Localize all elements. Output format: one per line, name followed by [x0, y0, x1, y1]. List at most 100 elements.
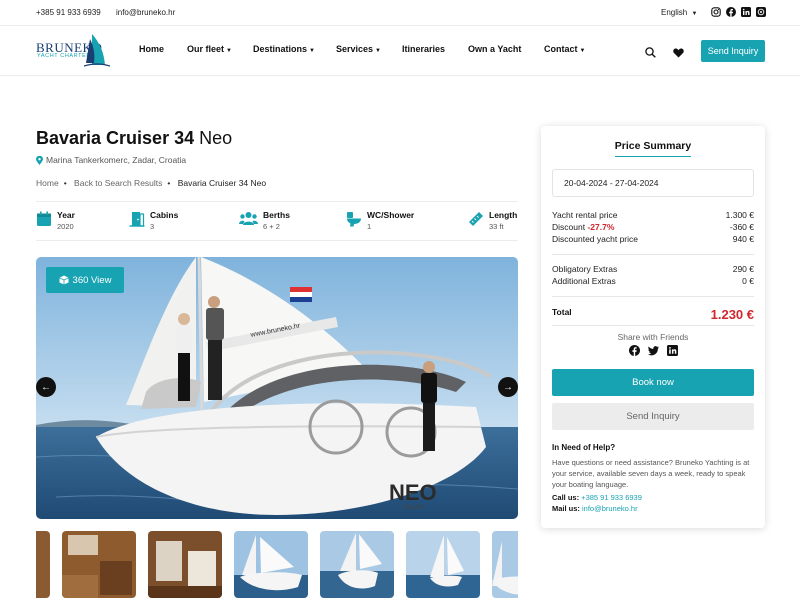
nav-item-itineraries[interactable]: Itineraries	[402, 44, 445, 54]
help-call: Call us: +385 91 933 6939	[552, 493, 642, 502]
discounted-price-row: Discounted yacht price 940 €	[552, 234, 754, 244]
divider	[552, 296, 754, 297]
thumbnail-image[interactable]	[36, 531, 50, 598]
spec-length: Length 33 ft	[468, 210, 517, 231]
price-summary-title: Price Summary	[614, 140, 692, 152]
nav-label: Own a Yacht	[468, 44, 522, 54]
social-links	[711, 7, 766, 17]
chevron-down-icon: ▼	[375, 48, 381, 54]
mail-email-link[interactable]: info@bruneko.hr	[582, 504, 638, 513]
toilet-icon	[347, 212, 361, 227]
linkedin-icon[interactable]	[667, 345, 678, 356]
nav-label: Itineraries	[402, 44, 446, 54]
call-phone-link[interactable]: +385 91 933 6939	[581, 493, 642, 502]
logo[interactable]: BRUNEKO YACHT CHARTER	[36, 33, 111, 69]
date-range-value: 20-04-2024 - 27-04-2024	[564, 178, 659, 188]
spec-year: Year 2020	[36, 210, 75, 231]
facebook-icon[interactable]	[726, 7, 736, 17]
send-inquiry-button[interactable]: Send Inquiry	[701, 40, 765, 62]
nav-item-our-fleet[interactable]: Our fleet ▼	[187, 44, 232, 54]
spec-label: Year	[57, 210, 75, 220]
yacht-location: Marina Tankerkomerc, Zadar, Croatia	[36, 155, 186, 165]
nav-item-contact[interactable]: Contact ▼	[544, 44, 585, 54]
nav-label: Services	[336, 44, 374, 54]
twitter-icon[interactable]	[648, 345, 659, 356]
top-phone-link[interactable]: +385 91 933 6939	[36, 8, 101, 17]
row-label: Yacht rental price	[552, 210, 618, 220]
spec-value: 1	[367, 222, 372, 231]
divider	[552, 325, 754, 326]
thumbnail-image[interactable]	[492, 531, 518, 598]
chevron-down-icon: ▼	[579, 48, 586, 54]
360-view-label: 360 View	[72, 274, 112, 286]
additional-extras-row: Additional Extras 0 €	[552, 276, 754, 286]
divider	[552, 254, 754, 255]
breadcrumb-separator: •	[63, 178, 67, 188]
nav-item-destinations[interactable]: Destinations ▼	[253, 44, 315, 54]
spec-value: 6 + 2	[263, 222, 280, 231]
yacht-name: Neo	[199, 128, 233, 148]
heart-icon[interactable]	[673, 45, 684, 63]
help-title: In Need of Help?	[552, 443, 616, 452]
gallery-next-arrow-icon[interactable]: →	[498, 377, 518, 397]
location-text: Marina Tankerkomerc, Zadar, Croatia	[46, 155, 187, 165]
spec-label: Cabins	[150, 210, 179, 220]
thumbnail-image[interactable]	[234, 531, 308, 598]
spec-value: 2020	[57, 222, 74, 231]
top-email-link[interactable]: info@bruneko.hr	[116, 8, 175, 17]
yacht-model: Bavaria Cruiser 34	[36, 128, 195, 148]
linkedin-icon[interactable]	[741, 7, 751, 17]
mail-label: Mail us:	[552, 504, 580, 513]
share-label: Share with Friends	[617, 332, 689, 342]
boat-port-text: ZADAR	[403, 505, 424, 511]
ruler-icon	[469, 212, 483, 226]
nav-label: Contact	[544, 44, 578, 54]
thumbnail-image[interactable]	[62, 531, 136, 598]
thumbnail-image[interactable]	[406, 531, 480, 598]
book-now-button[interactable]: Book now	[552, 369, 754, 396]
spec-cabins: Cabins 3	[129, 210, 178, 231]
help-description: Have questions or need assistance? Brune…	[552, 458, 750, 489]
discount-row: Discount -27.7% -360 €	[552, 222, 754, 232]
thumbnail-image[interactable]	[320, 531, 394, 598]
thumbnail-image[interactable]	[148, 531, 222, 598]
boat-name-text: NEO	[389, 480, 437, 505]
spec-berths: Berths 6 + 2	[239, 210, 290, 231]
row-label: Additional Extras	[552, 276, 616, 286]
cube-icon	[58, 275, 69, 285]
nav-label: Our fleet	[187, 44, 225, 54]
facebook-icon[interactable]	[629, 345, 640, 356]
share-icons	[629, 345, 678, 356]
row-label: Discount	[552, 222, 586, 232]
360-view-button[interactable]: 360 View	[46, 267, 124, 293]
breadcrumb-home[interactable]: Home	[36, 178, 59, 188]
breadcrumb-separator: •	[167, 178, 171, 188]
gallery-prev-arrow-icon[interactable]: ←	[36, 377, 56, 397]
yacht-main-photo[interactable]: www.bruneko.hr NEO ZADAR 360 View ← →	[36, 257, 518, 519]
breadcrumb-search-results[interactable]: Back to Search Results	[74, 178, 162, 188]
thumbnail-strip	[36, 531, 518, 598]
instagram-icon[interactable]	[711, 7, 721, 17]
rental-price-row: Yacht rental price 1.300 €	[552, 210, 754, 220]
breadcrumb: Home • Back to Search Results • Bavaria Cr…	[36, 178, 266, 188]
yacht-photo-image: www.bruneko.hr NEO ZADAR	[36, 257, 518, 519]
language-label: English	[661, 8, 688, 17]
language-selector[interactable]: English ▼	[661, 8, 697, 17]
call-label: Call us:	[552, 493, 580, 502]
breadcrumb-current: Bavaria Cruiser 34 Neo	[177, 178, 267, 188]
help-mail: Mail us: info@bruneko.hr	[552, 504, 638, 513]
total-label: Total	[552, 307, 572, 317]
date-range-field[interactable]: 20-04-2024 - 27-04-2024	[552, 169, 754, 197]
top-bar: +385 91 933 6939 info@bruneko.hr English…	[0, 0, 800, 26]
row-value: 290 €	[732, 264, 754, 274]
nav-item-home[interactable]: Home	[139, 44, 164, 54]
spec-value: 33 ft	[489, 222, 504, 231]
nav-label: Home	[139, 44, 165, 54]
search-icon[interactable]	[645, 45, 656, 63]
nav-item-own-a-yacht[interactable]: Own a Yacht	[468, 44, 521, 54]
nav-item-services[interactable]: Services ▼	[336, 44, 381, 54]
page-title: Bavaria Cruiser 34 Neo	[36, 128, 232, 149]
whatsapp-icon[interactable]	[756, 7, 766, 17]
send-inquiry-button[interactable]: Send Inquiry	[552, 403, 754, 430]
discount-percent: -27.7%	[587, 222, 615, 232]
